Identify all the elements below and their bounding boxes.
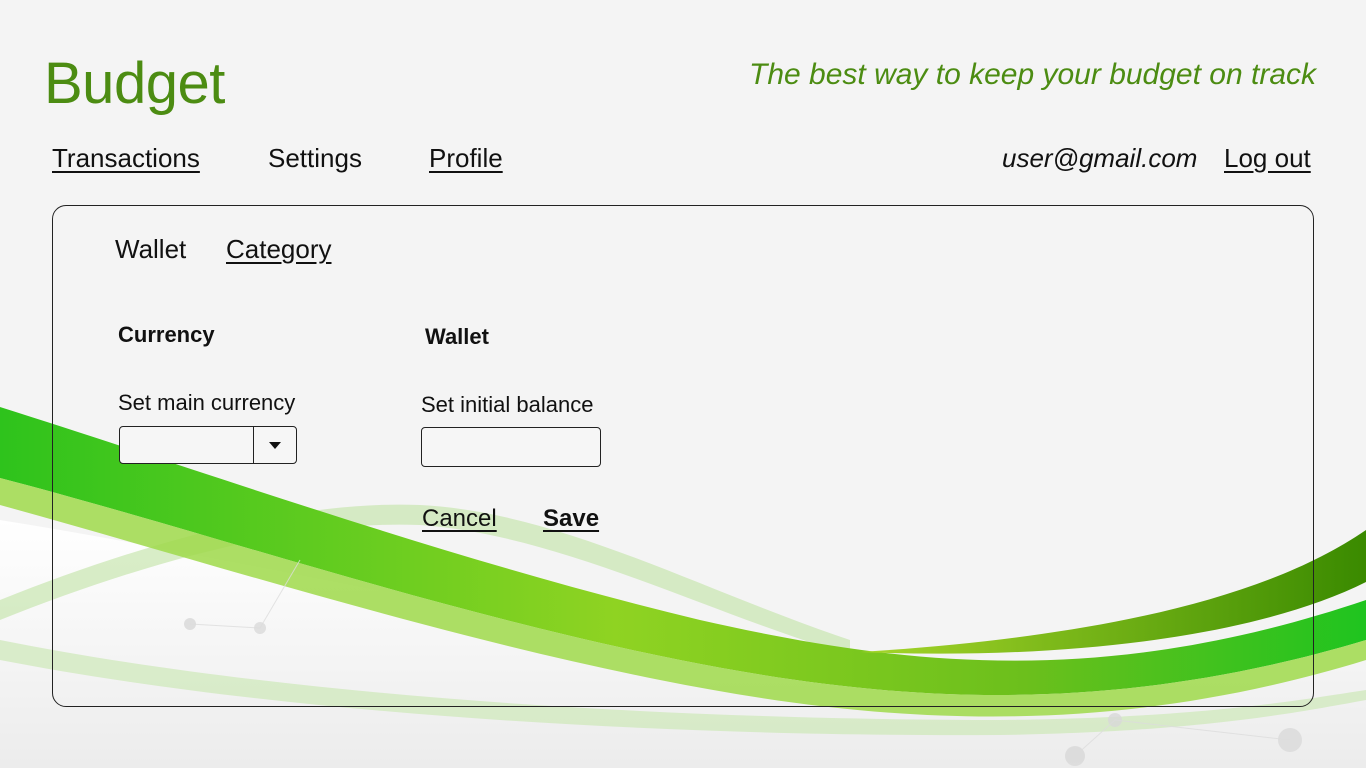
- nav-transactions-link[interactable]: Transactions: [52, 143, 200, 174]
- nav-profile-link[interactable]: Profile: [429, 143, 503, 174]
- currency-select-toggle[interactable]: [253, 427, 296, 463]
- wallet-heading: Wallet: [425, 324, 489, 349]
- tab-wallet[interactable]: Wallet: [115, 234, 186, 265]
- cancel-button[interactable]: Cancel: [422, 505, 497, 533]
- tab-category[interactable]: Category: [226, 234, 332, 265]
- app-title: Budget: [44, 51, 225, 116]
- logout-link[interactable]: Log out: [1224, 143, 1311, 174]
- nav-settings-link[interactable]: Settings: [268, 143, 362, 174]
- caret-down-icon: [269, 442, 281, 449]
- tagline: The best way to keep your budget on trac…: [749, 58, 1316, 91]
- user-email: user@gmail.com: [1002, 143, 1198, 173]
- currency-select[interactable]: [119, 426, 297, 464]
- currency-heading: Currency: [118, 322, 215, 347]
- currency-label: Set main currency: [118, 390, 296, 415]
- initial-balance-label: Set initial balance: [421, 392, 594, 417]
- initial-balance-input[interactable]: [421, 427, 601, 467]
- save-button[interactable]: Save: [543, 505, 599, 533]
